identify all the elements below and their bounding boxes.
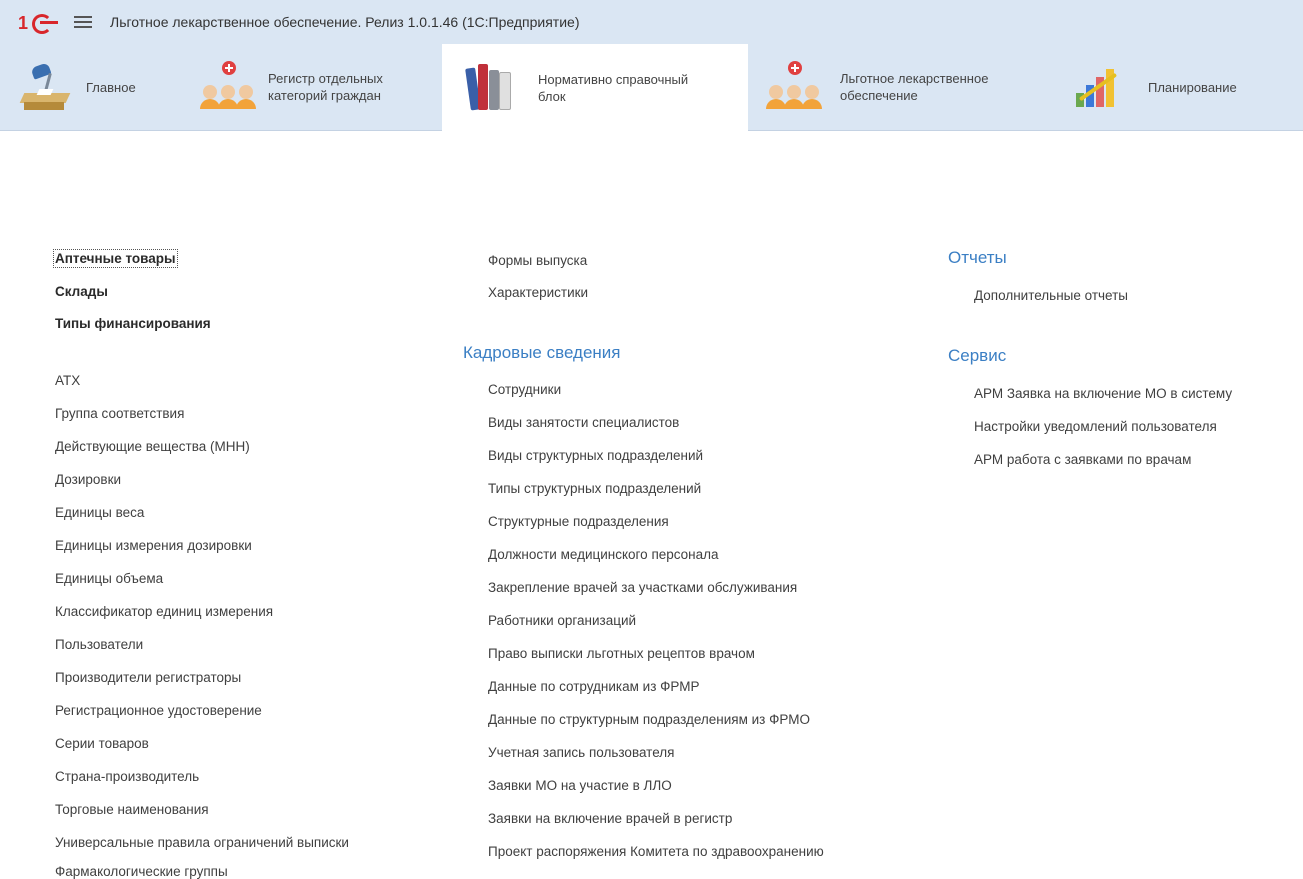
link-subdivisions[interactable]: Структурные подразделения bbox=[488, 514, 669, 529]
link-frmo-data[interactable]: Данные по структурным подразделениям из … bbox=[488, 712, 810, 727]
section-main[interactable]: Главное bbox=[16, 44, 186, 130]
link-manufacturers[interactable]: Производители регистраторы bbox=[55, 670, 241, 685]
link-doctor-areas[interactable]: Закрепление врачей за участками обслужив… bbox=[488, 580, 797, 595]
link-goods-series[interactable]: Серии товаров bbox=[55, 736, 149, 751]
section-label: Планирование bbox=[1148, 79, 1237, 95]
section-label: Льготное лекарственное обеспечение bbox=[840, 71, 989, 103]
link-arm-mo-application[interactable]: АРМ Заявка на включение МО в систему bbox=[974, 386, 1232, 401]
sections-panel: Главное Регистр отдельных категорий граж… bbox=[0, 44, 1303, 131]
link-prescription-rights[interactable]: Право выписки льготных рецептов врачом bbox=[488, 646, 755, 661]
link-notification-settings[interactable]: Настройки уведомлений пользователя bbox=[974, 419, 1217, 434]
people-icon bbox=[766, 59, 822, 115]
link-medical-positions[interactable]: Должности медицинского персонала bbox=[488, 547, 719, 562]
title-bar: 1 Льготное лекарственное обеспечение. Ре… bbox=[0, 0, 1303, 45]
link-restriction-rules[interactable]: Универсальные правила ограничений выписк… bbox=[55, 835, 349, 850]
heading-service: Сервис bbox=[948, 346, 1007, 365]
people-icon bbox=[200, 59, 256, 115]
link-org-workers[interactable]: Работники организаций bbox=[488, 613, 636, 628]
link-frmr-data[interactable]: Данные по сотрудникам из ФРМР bbox=[488, 679, 700, 694]
link-dosage-units[interactable]: Единицы измерения дозировки bbox=[55, 538, 252, 553]
app-title: Льготное лекарственное обеспечение. Рели… bbox=[110, 14, 580, 30]
section-drug-provision[interactable]: Льготное лекарственное обеспечение bbox=[766, 44, 1036, 130]
section-label: Регистр отдельных категорий граждан bbox=[268, 71, 383, 103]
link-mo-applications[interactable]: Заявки МО на участие в ЛЛО bbox=[488, 778, 672, 793]
section-label: Нормативно справочный блок bbox=[538, 71, 689, 104]
link-subdivision-kinds[interactable]: Виды структурных подразделений bbox=[488, 448, 703, 463]
chart-icon bbox=[1068, 59, 1124, 115]
link-release-forms[interactable]: Формы выпуска bbox=[488, 253, 587, 268]
books-icon bbox=[462, 60, 518, 116]
link-user-account[interactable]: Учетная запись пользователя bbox=[488, 745, 674, 760]
link-employees[interactable]: Сотрудники bbox=[488, 382, 561, 397]
link-warehouses[interactable]: Склады bbox=[55, 284, 108, 299]
link-employment-types[interactable]: Виды занятости специалистов bbox=[488, 415, 679, 430]
link-atc[interactable]: АТХ bbox=[55, 373, 80, 388]
link-dosages[interactable]: Дозировки bbox=[55, 472, 121, 487]
link-compliance-group[interactable]: Группа соответствия bbox=[55, 406, 184, 421]
link-active-substances[interactable]: Действующие вещества (МНН) bbox=[55, 439, 250, 454]
link-unit-classifier[interactable]: Классификатор единиц измерения bbox=[55, 604, 273, 619]
section-citizen-register[interactable]: Регистр отдельных категорий граждан bbox=[200, 44, 440, 130]
link-doctor-register-applications[interactable]: Заявки на включение врачей в регистр bbox=[488, 811, 732, 826]
main-menu-icon[interactable] bbox=[74, 15, 92, 29]
link-additional-reports[interactable]: Дополнительные отчеты bbox=[974, 288, 1128, 303]
section-label: Главное bbox=[86, 79, 136, 95]
link-weight-units[interactable]: Единицы веса bbox=[55, 505, 144, 520]
section-planning[interactable]: Планирование bbox=[1068, 44, 1288, 130]
desk-icon bbox=[16, 59, 72, 115]
link-arm-doctor-applications[interactable]: АРМ работа с заявками по врачам bbox=[974, 452, 1191, 467]
link-committee-order-draft[interactable]: Проект распоряжения Комитета по здравоох… bbox=[488, 844, 824, 859]
heading-hr-info: Кадровые сведения bbox=[463, 343, 621, 362]
link-pharmacological-groups[interactable]: Фармакологические группы bbox=[55, 864, 228, 879]
link-subdivision-types[interactable]: Типы структурных подразделений bbox=[488, 481, 701, 496]
link-financing-types[interactable]: Типы финансирования bbox=[55, 316, 211, 331]
heading-reports: Отчеты bbox=[948, 248, 1007, 267]
link-country[interactable]: Страна-производитель bbox=[55, 769, 199, 784]
link-volume-units[interactable]: Единицы объема bbox=[55, 571, 163, 586]
section-reference-block[interactable]: Нормативно справочный блок bbox=[442, 44, 748, 131]
link-trade-names[interactable]: Торговые наименования bbox=[55, 802, 209, 817]
link-registration-certificate[interactable]: Регистрационное удостоверение bbox=[55, 703, 262, 718]
1c-logo-icon: 1 bbox=[18, 12, 60, 34]
link-characteristics[interactable]: Характеристики bbox=[488, 285, 588, 300]
link-users[interactable]: Пользователи bbox=[55, 637, 143, 652]
link-pharmacy-goods[interactable]: Аптечные товары bbox=[53, 249, 178, 268]
